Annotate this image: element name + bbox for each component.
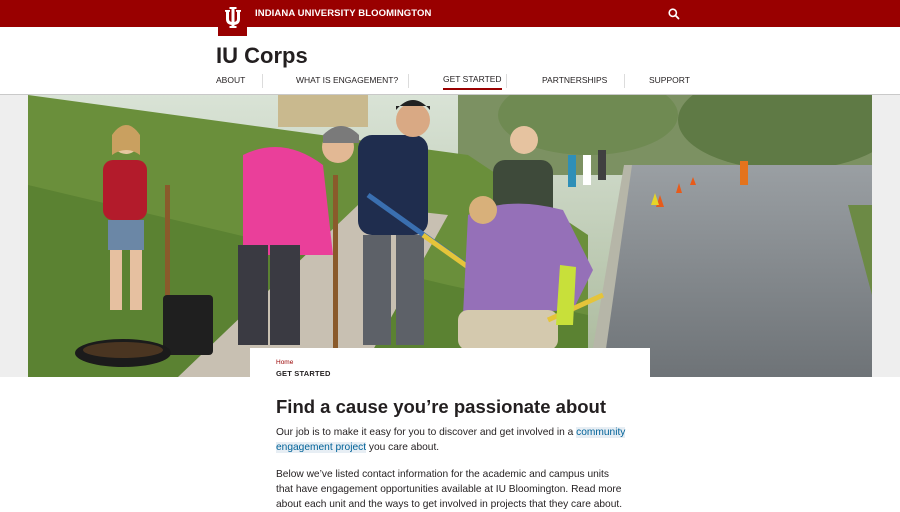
top-brand-bar: INDIANA UNIVERSITY BLOOMINGTON xyxy=(0,0,900,27)
nav-partnerships[interactable]: PARTNERSHIPS xyxy=(542,68,607,94)
iu-trident-icon[interactable] xyxy=(218,0,247,36)
hero-banner xyxy=(0,95,900,377)
page-heading: Find a cause you’re passionate about xyxy=(276,396,607,417)
hero-image xyxy=(28,95,872,377)
main-content: Find a cause you’re passionate about Our… xyxy=(276,395,628,512)
nav-support[interactable]: SUPPORT xyxy=(649,68,690,94)
intro-text-before: Our job is to make it easy for you to di… xyxy=(276,427,577,438)
nav-divider xyxy=(624,74,625,88)
breadcrumb-current: GET STARTED xyxy=(276,369,331,378)
site-title[interactable]: IU Corps xyxy=(216,43,308,69)
nav-divider xyxy=(506,74,507,88)
university-name[interactable]: INDIANA UNIVERSITY BLOOMINGTON xyxy=(255,0,431,27)
main-nav: ABOUT WHAT IS ENGAGEMENT? GET STARTED PA… xyxy=(216,68,690,94)
nav-what-is-engagement[interactable]: WHAT IS ENGAGEMENT? xyxy=(296,68,398,94)
nav-divider xyxy=(408,74,409,88)
nav-about[interactable]: ABOUT xyxy=(216,68,245,94)
nav-divider xyxy=(262,74,263,88)
search-icon[interactable] xyxy=(667,7,681,21)
breadcrumb: Home GET STARTED xyxy=(250,348,650,388)
nav-get-started[interactable]: GET STARTED xyxy=(443,74,502,90)
body-paragraph: Below we’ve listed contact information f… xyxy=(276,469,623,510)
intro-text-after: you care about. xyxy=(366,442,440,453)
breadcrumb-home-link[interactable]: Home xyxy=(276,359,293,366)
intro-paragraph: Our job is to make it easy for you to di… xyxy=(276,425,628,455)
